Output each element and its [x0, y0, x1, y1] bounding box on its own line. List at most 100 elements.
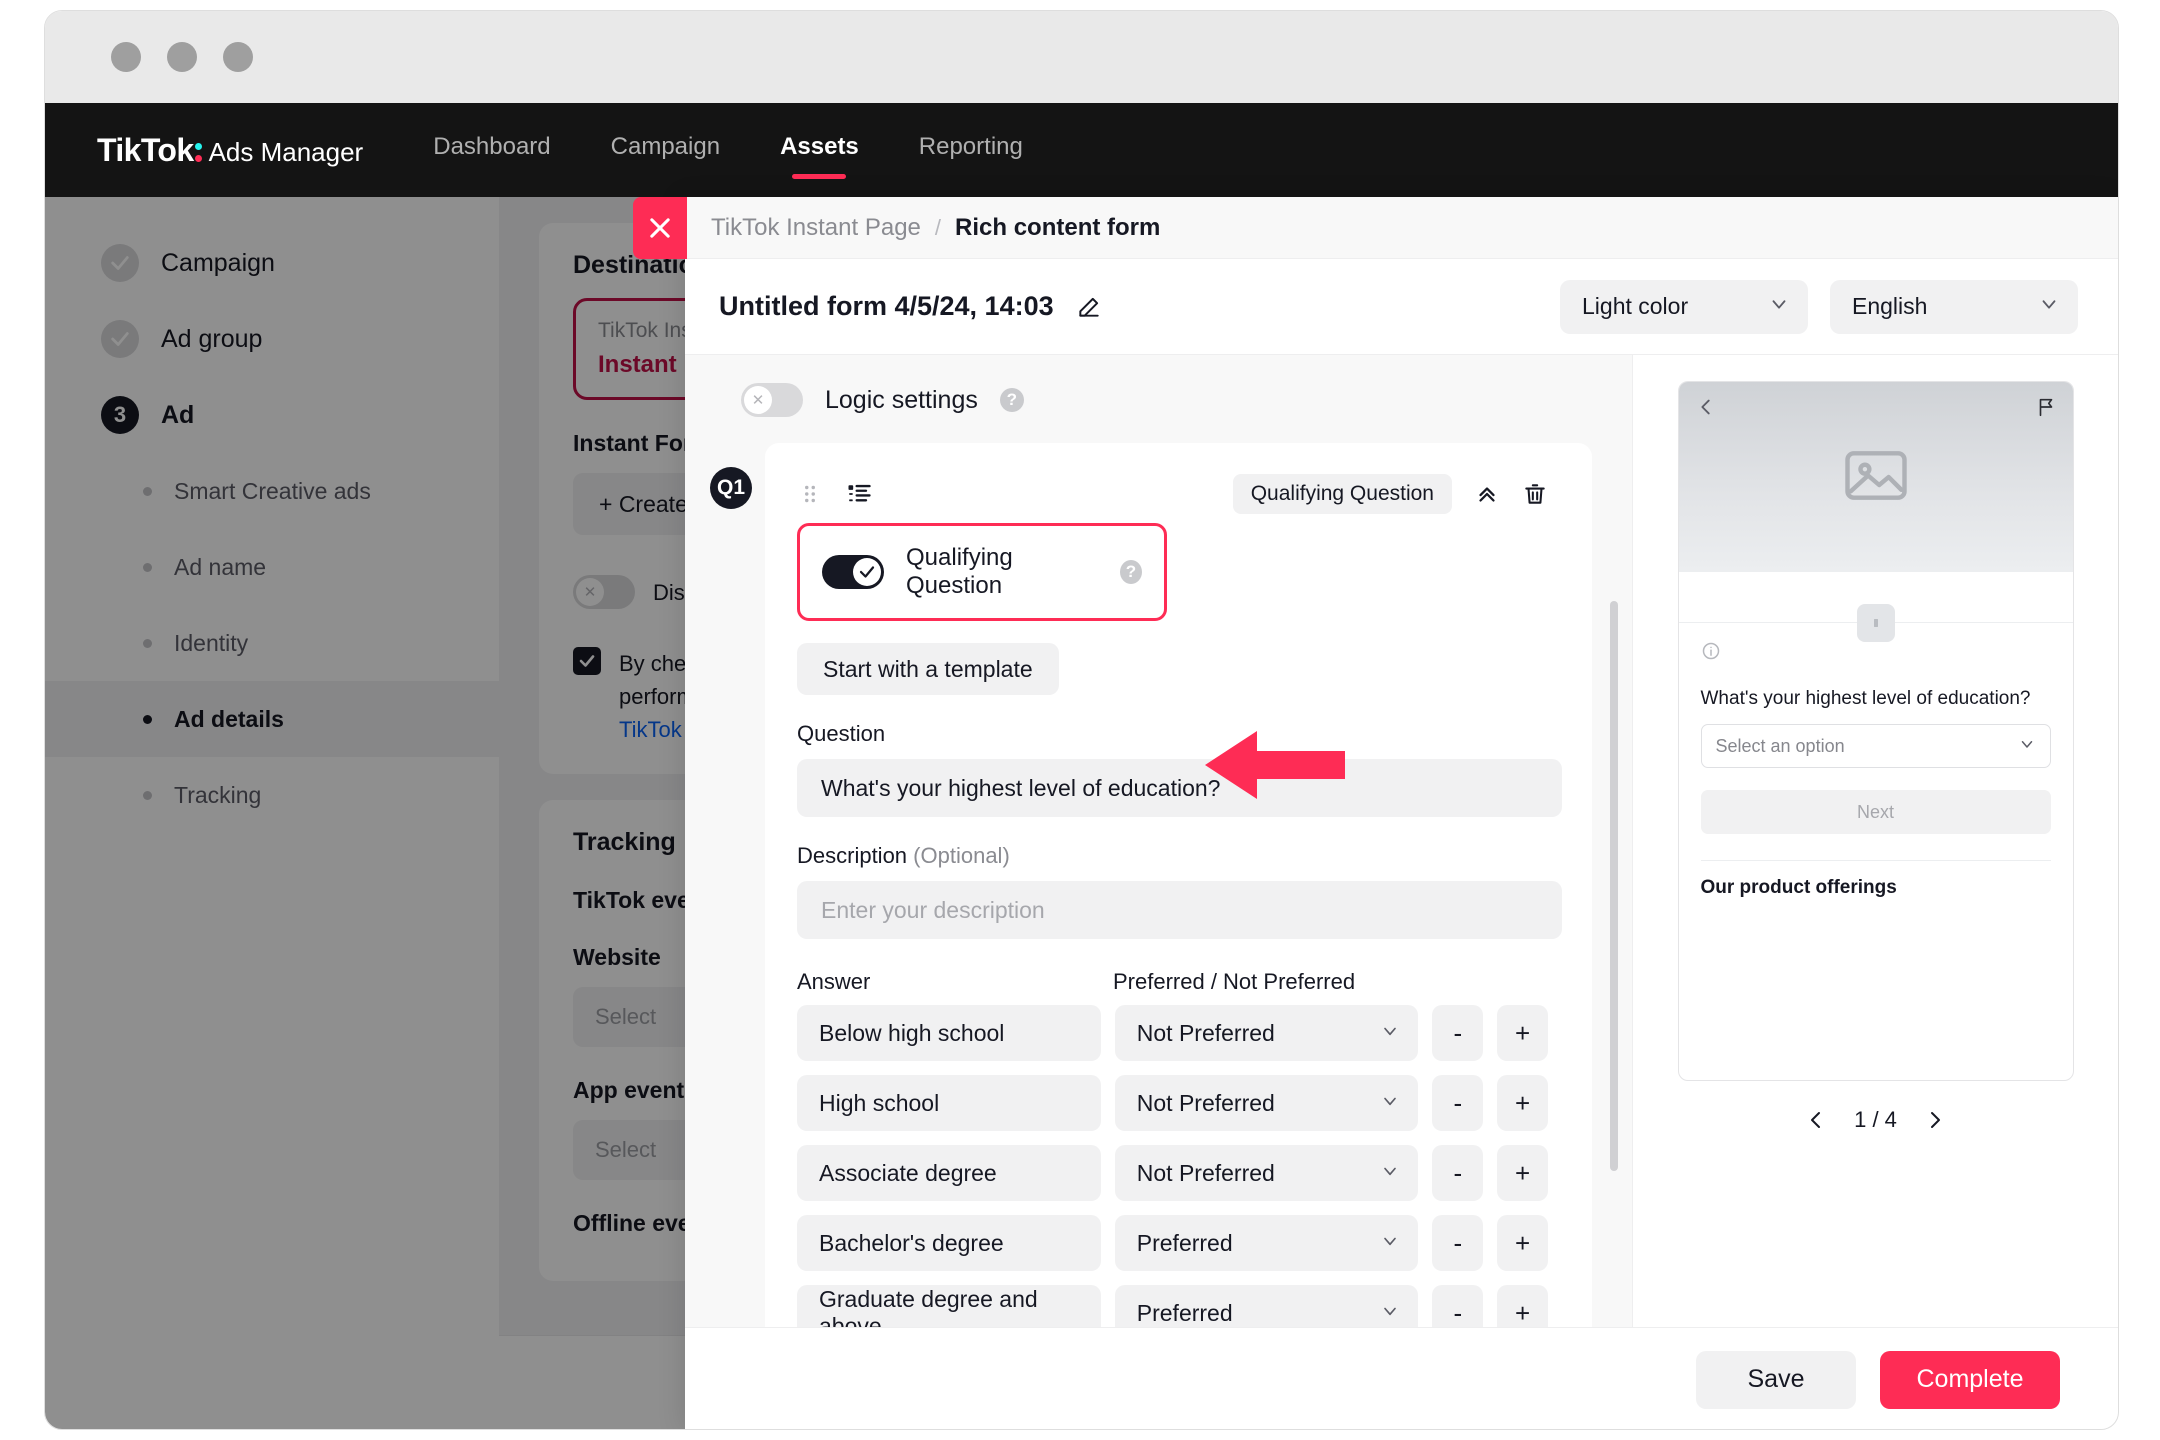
browser-window: TikTok Ads Manager Dashboard Campaign As…	[44, 10, 2119, 1430]
answer-input[interactable]: Bachelor's degree	[797, 1215, 1101, 1271]
preference-value: Not Preferred	[1136, 1019, 1275, 1046]
chevron-down-icon	[2018, 735, 2036, 758]
qualifying-question-toggle-highlight: Qualifying Question ?	[797, 523, 1167, 621]
drawer-body: ✕ Logic settings ? Q1 Qualifying Questio…	[685, 355, 2118, 1327]
image-placeholder-icon	[1838, 438, 1914, 519]
logic-settings-toggle[interactable]: ✕	[741, 383, 803, 417]
breadcrumb: TikTok Instant Page / Rich content form	[685, 197, 2118, 259]
remove-answer-button[interactable]: -	[1432, 1075, 1484, 1131]
nav-link-campaign[interactable]: Campaign	[611, 133, 720, 167]
question-field-label: Question	[797, 721, 886, 746]
preference-select[interactable]: Not Preferred	[1114, 1075, 1419, 1131]
preview-pagination: 1 / 4	[1804, 1107, 1947, 1133]
description-label-text: Description	[797, 843, 908, 868]
answer-input[interactable]: Graduate degree and above	[797, 1285, 1101, 1327]
drag-handle-icon[interactable]	[797, 481, 823, 507]
preview-info-row: What's your highest level of education? …	[1679, 623, 2073, 768]
brand-avatar	[1856, 604, 1895, 642]
breadcrumb-separator: /	[934, 214, 942, 240]
editor-scrollbar[interactable]	[1610, 601, 1618, 1171]
save-button[interactable]: Save	[1696, 1350, 1856, 1409]
window-minimize-dot[interactable]	[167, 42, 197, 72]
app-body: Campaign Ad group 3 Ad Smart Creative ad…	[45, 197, 2118, 1429]
answer-input[interactable]: High school	[797, 1075, 1101, 1131]
qualifying-question-toggle[interactable]	[822, 555, 884, 589]
qualifying-question-label: Qualifying Question	[906, 544, 1013, 599]
annotation-arrow-icon	[1205, 725, 1345, 810]
tiktok-ads-manager-logo[interactable]: TikTok Ads Manager	[97, 132, 363, 169]
delete-icon[interactable]	[1522, 481, 1548, 507]
question-number-badge: Q1	[710, 467, 752, 509]
preference-select[interactable]: Preferred	[1114, 1215, 1419, 1271]
top-navigation: TikTok Ads Manager Dashboard Campaign As…	[45, 103, 2118, 197]
logic-settings-row: ✕ Logic settings ?	[685, 383, 1632, 443]
question-input[interactable]: What's your highest level of education?	[797, 759, 1562, 817]
answer-row: Bachelor's degree Preferred - +	[797, 1215, 1548, 1271]
answer-input[interactable]: Below high school	[797, 1005, 1101, 1061]
preview-question-text: What's your highest level of education?	[1700, 688, 2031, 709]
chevron-down-icon	[2038, 293, 2060, 321]
form-title-row: Untitled form 4/5/24, 14:03 Light color …	[685, 259, 2118, 355]
qualifying-question-tag: Qualifying Question	[1232, 474, 1452, 514]
info-icon	[1702, 642, 1719, 660]
preference-select[interactable]: Not Preferred	[1114, 1145, 1419, 1201]
language-select[interactable]: English	[1830, 279, 2078, 334]
nav-links: Dashboard Campaign Assets Reporting	[433, 133, 1023, 167]
chevron-down-icon	[1380, 1090, 1400, 1117]
color-theme-value: Light color	[1582, 293, 1689, 319]
add-answer-button[interactable]: +	[1497, 1075, 1548, 1131]
preview-select-placeholder: Select an option	[1715, 735, 1845, 756]
preview-hero-image	[1678, 382, 2073, 572]
page-indicator: 1 / 4	[1854, 1107, 1897, 1132]
preference-select[interactable]: Not Preferred	[1114, 1005, 1419, 1061]
answer-input[interactable]: Associate degree	[797, 1145, 1101, 1201]
nav-link-reporting[interactable]: Reporting	[919, 133, 1023, 167]
previous-page-icon[interactable]	[1804, 1108, 1828, 1132]
close-drawer-button[interactable]	[633, 197, 687, 259]
remove-answer-button[interactable]: -	[1432, 1005, 1484, 1061]
flag-icon[interactable]	[2035, 396, 2057, 423]
form-preview-pane: What's your highest level of education? …	[1632, 355, 2118, 1327]
start-with-template-button[interactable]: Start with a template	[797, 643, 1059, 695]
preview-answer-select[interactable]: Select an option	[1700, 724, 2051, 768]
preference-column-header: Preferred / Not Preferred	[1113, 969, 1356, 994]
help-icon[interactable]: ?	[1120, 560, 1142, 584]
preference-value: Preferred	[1136, 1299, 1233, 1326]
answer-column-header: Answer	[797, 969, 871, 994]
back-arrow-icon[interactable]	[1695, 396, 1717, 423]
question-card-header: Qualifying Question	[797, 473, 1548, 515]
remove-answer-button[interactable]: -	[1432, 1215, 1484, 1271]
rich-content-form-drawer: TikTok Instant Page / Rich content form …	[685, 197, 2118, 1429]
help-icon[interactable]: ?	[999, 388, 1024, 412]
breadcrumb-parent[interactable]: TikTok Instant Page	[711, 214, 921, 242]
remove-answer-button[interactable]: -	[1432, 1285, 1484, 1327]
add-answer-button[interactable]: +	[1497, 1285, 1548, 1327]
collapse-icon[interactable]	[1474, 481, 1500, 507]
question-type-list-icon[interactable]	[845, 480, 873, 508]
window-close-dot[interactable]	[111, 42, 141, 72]
remove-answer-button[interactable]: -	[1432, 1145, 1484, 1201]
browser-titlebar	[45, 11, 2118, 103]
color-theme-select[interactable]: Light color	[1560, 279, 1808, 334]
pencil-icon[interactable]	[1076, 294, 1102, 320]
add-answer-button[interactable]: +	[1497, 1215, 1548, 1271]
preference-select[interactable]: Preferred	[1114, 1285, 1419, 1327]
complete-button[interactable]: Complete	[1880, 1350, 2060, 1409]
nav-link-dashboard[interactable]: Dashboard	[433, 133, 550, 167]
answer-row: Below high school Not Preferred - +	[797, 1005, 1548, 1061]
chevron-down-icon	[1380, 1020, 1400, 1047]
window-maximize-dot[interactable]	[223, 42, 253, 72]
preview-next-button[interactable]: Next	[1700, 790, 2051, 834]
nav-link-assets[interactable]: Assets	[780, 133, 859, 167]
add-answer-button[interactable]: +	[1497, 1005, 1548, 1061]
description-input[interactable]: Enter your description	[797, 881, 1562, 939]
next-page-icon[interactable]	[1923, 1108, 1947, 1132]
add-answer-button[interactable]: +	[1497, 1145, 1548, 1201]
answer-row: Graduate degree and above Preferred - +	[797, 1285, 1548, 1327]
preference-value: Not Preferred	[1136, 1159, 1275, 1186]
preview-offerings-title: Our product offerings	[1700, 877, 1897, 898]
answer-row: High school Not Preferred - +	[797, 1075, 1548, 1131]
description-optional-text: (Optional)	[913, 843, 1010, 868]
preference-value: Not Preferred	[1136, 1089, 1275, 1116]
answer-table-header: Answer Preferred / Not Preferred	[797, 969, 1548, 995]
